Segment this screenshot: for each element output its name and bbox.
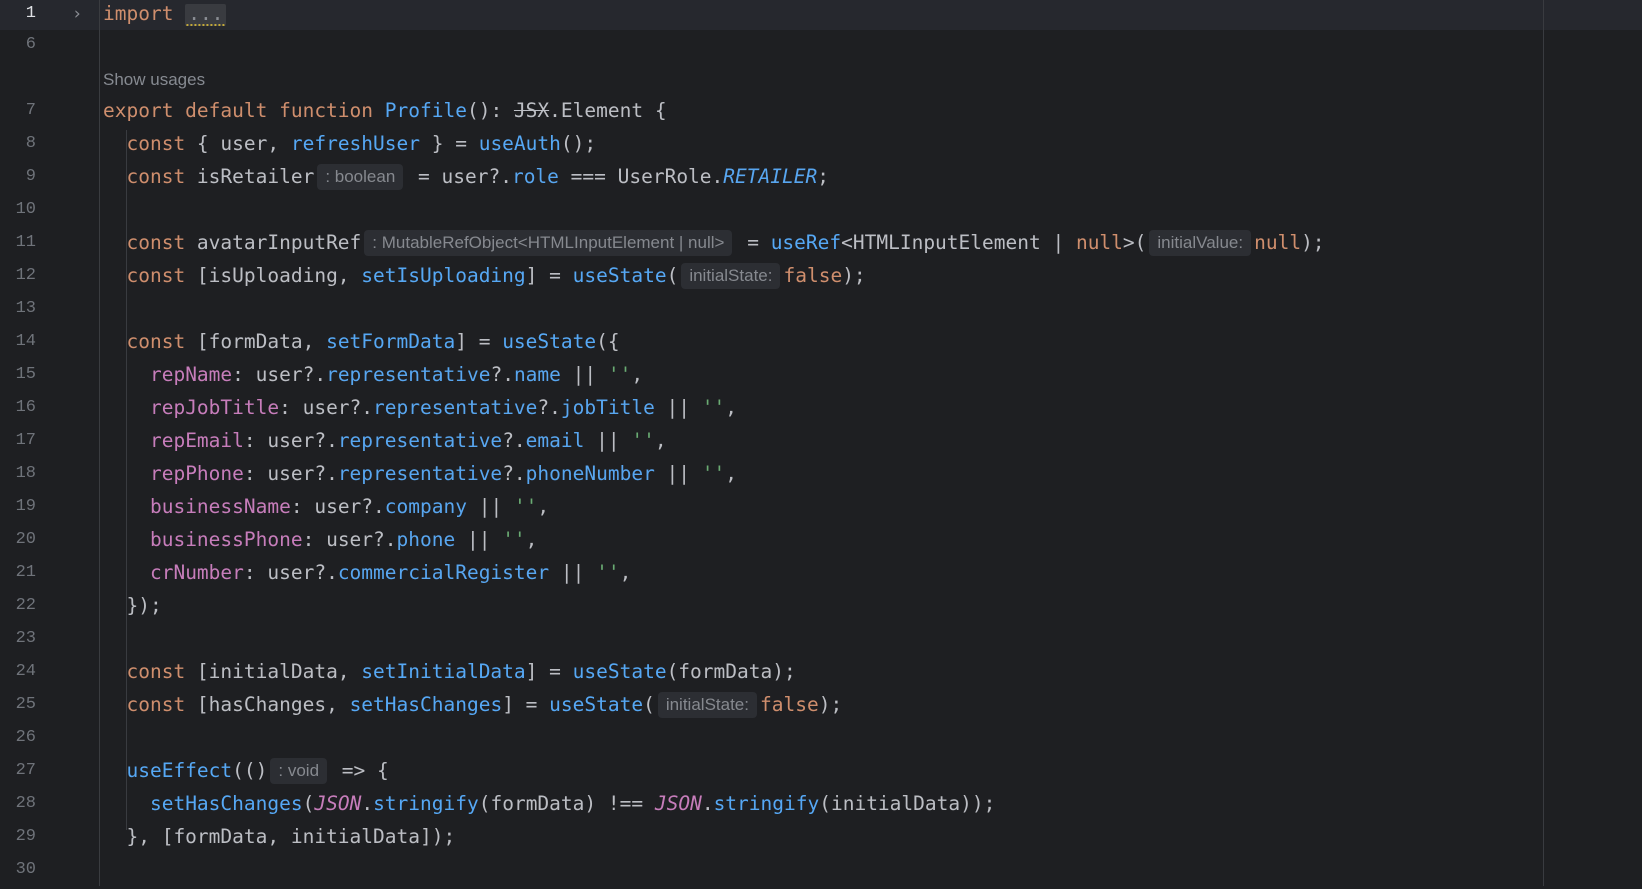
line-number: 29 xyxy=(15,827,36,846)
code-line[interactable]: 14 const [formData, setFormData] = useSt… xyxy=(0,328,1642,361)
code-editor[interactable]: 1 › import ... 6 Show usages 7 export de… xyxy=(0,0,1642,886)
code-text: const [formData, setFormData] = useState… xyxy=(126,330,620,353)
line-number: 16 xyxy=(15,398,36,417)
code-text: businessName: user?.company || '', xyxy=(149,495,550,518)
line-number: 24 xyxy=(15,662,36,681)
line-number: 20 xyxy=(15,530,36,549)
line-number: 9 xyxy=(25,167,36,186)
line-number: 6 xyxy=(25,35,36,54)
code-text: setHasChanges(JSON.stringify(formData) !… xyxy=(149,792,996,815)
code-text: repJobTitle: user?.representative?.jobTi… xyxy=(149,396,738,419)
line-number: 26 xyxy=(15,728,36,747)
code-text: const isRetailer: boolean = user?.role =… xyxy=(126,164,829,190)
code-line[interactable]: 17 repEmail: user?.representative?.email… xyxy=(0,427,1642,460)
code-line[interactable]: 9 const isRetailer: boolean = user?.role… xyxy=(0,163,1642,196)
code-text: repPhone: user?.representative?.phoneNum… xyxy=(149,462,738,485)
parameter-hint: initialState: xyxy=(657,692,757,718)
code-text: }); xyxy=(103,594,162,617)
line-number: 18 xyxy=(15,464,36,483)
code-line[interactable]: 13 xyxy=(0,295,1642,328)
line-number: 13 xyxy=(15,299,36,318)
code-line[interactable]: 15 repName: user?.representative?.name |… xyxy=(0,361,1642,394)
folded-imports[interactable]: ... xyxy=(185,4,227,26)
code-line[interactable]: 16 repJobTitle: user?.representative?.jo… xyxy=(0,394,1642,427)
code-text: const [initialData, setInitialData] = us… xyxy=(126,660,796,683)
chevron-right-icon[interactable]: › xyxy=(72,0,82,28)
code-text: useEffect((): void => { xyxy=(126,758,389,784)
line-number: 11 xyxy=(15,233,36,252)
line-number: 10 xyxy=(15,200,36,219)
type-hint: : boolean xyxy=(317,164,404,190)
code-line[interactable]: 10 xyxy=(0,196,1642,229)
line-number: 23 xyxy=(15,629,36,648)
code-line[interactable]: 25 const [hasChanges, setHasChanges] = u… xyxy=(0,691,1642,724)
line-number: 27 xyxy=(15,761,36,780)
line-number: 15 xyxy=(15,365,36,384)
code-line[interactable]: 11 const avatarInputRef: MutableRefObjec… xyxy=(0,229,1642,262)
line-number: 22 xyxy=(15,596,36,615)
code-text: repEmail: user?.representative?.email ||… xyxy=(149,429,667,452)
line-number: 28 xyxy=(15,794,36,813)
code-line[interactable]: 6 xyxy=(0,31,1642,64)
line-number: 30 xyxy=(15,860,36,879)
code-line[interactable]: 8 const { user, refreshUser } = useAuth(… xyxy=(0,130,1642,163)
code-text: const [isUploading, setIsUploading] = us… xyxy=(126,263,866,289)
type-hint: : void xyxy=(270,758,328,784)
code-line[interactable]: 24 const [initialData, setInitialData] =… xyxy=(0,658,1642,691)
line-number: 8 xyxy=(25,134,36,153)
code-line[interactable]: 27 useEffect((): void => { xyxy=(0,757,1642,790)
code-line[interactable]: 19 businessName: user?.company || '', xyxy=(0,493,1642,526)
code-line[interactable]: 26 xyxy=(0,724,1642,757)
line-number: 14 xyxy=(15,332,36,351)
parameter-hint: initialState: xyxy=(681,263,781,289)
line-number: 17 xyxy=(15,431,36,450)
code-line[interactable]: 1 › import ... xyxy=(0,0,1642,33)
code-text: export default function Profile(): JSX.E… xyxy=(103,99,667,122)
code-text: businessPhone: user?.phone || '', xyxy=(149,528,538,551)
code-line[interactable]: 7 export default function Profile(): JSX… xyxy=(0,97,1642,130)
code-text: const { user, refreshUser } = useAuth(); xyxy=(126,132,597,155)
code-line[interactable]: 20 businessPhone: user?.phone || '', xyxy=(0,526,1642,559)
code-line[interactable]: 23 xyxy=(0,625,1642,658)
code-line[interactable]: 29 }, [formData, initialData]); xyxy=(0,823,1642,856)
line-number: 12 xyxy=(15,266,36,285)
code-line[interactable]: 18 repPhone: user?.representative?.phone… xyxy=(0,460,1642,493)
line-number: 21 xyxy=(15,563,36,582)
parameter-hint: initialValue: xyxy=(1149,230,1252,256)
code-text: }, [formData, initialData]); xyxy=(103,825,456,848)
line-number: 25 xyxy=(15,695,36,714)
code-text: crNumber: user?.commercialRegister || ''… xyxy=(149,561,632,584)
line-number: 7 xyxy=(25,101,36,120)
code-text: const [hasChanges, setHasChanges] = useS… xyxy=(126,692,843,718)
code-text: import ... xyxy=(103,0,227,28)
code-text: const avatarInputRef: MutableRefObject<H… xyxy=(126,230,1325,256)
code-line[interactable]: 12 const [isUploading, setIsUploading] =… xyxy=(0,262,1642,295)
line-number: 19 xyxy=(15,497,36,516)
code-line[interactable]: 22 }); xyxy=(0,592,1642,625)
code-text: repName: user?.representative?.name || '… xyxy=(149,363,644,386)
type-hint: : MutableRefObject<HTMLInputElement | nu… xyxy=(364,230,733,256)
code-line[interactable]: 30 xyxy=(0,856,1642,889)
line-number: 1 xyxy=(25,4,36,23)
code-line[interactable]: 21 crNumber: user?.commercialRegister ||… xyxy=(0,559,1642,592)
code-line[interactable]: 28 setHasChanges(JSON.stringify(formData… xyxy=(0,790,1642,823)
show-usages-link[interactable]: Show usages xyxy=(103,68,205,92)
code-token: import xyxy=(103,2,174,25)
